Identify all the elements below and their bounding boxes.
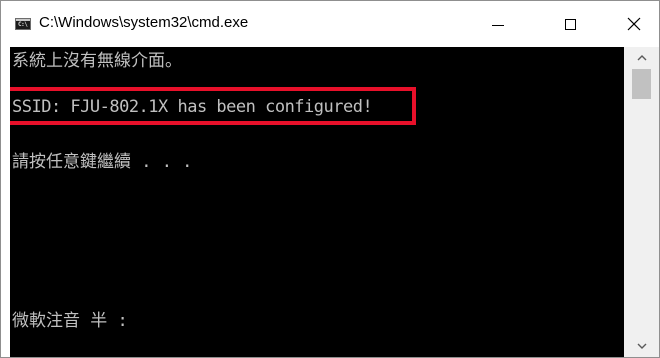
- minimize-button[interactable]: [475, 1, 521, 47]
- vertical-scrollbar[interactable]: [624, 47, 659, 357]
- window-title: C:\Windows\system32\cmd.exe: [39, 14, 249, 31]
- console-output[interactable]: 系統上沒有無線介面。 SSID: FJU-802.1X has been con…: [10, 47, 624, 357]
- minimize-icon: [492, 24, 504, 26]
- title-bar[interactable]: C:\ C:\Windows\system32\cmd.exe: [1, 1, 659, 47]
- close-icon: [627, 17, 641, 31]
- cmd-icon[interactable]: C:\: [15, 18, 31, 30]
- chevron-up-icon: [637, 55, 646, 61]
- scroll-thumb[interactable]: [632, 69, 651, 99]
- close-button[interactable]: [611, 1, 657, 47]
- cmd-icon-glyph: C:\: [18, 21, 28, 28]
- scroll-down-button[interactable]: [624, 337, 659, 355]
- console-line-no-wireless: 系統上沒有無線介面。: [12, 51, 182, 71]
- ime-status-line: 微軟注音 半 :: [12, 311, 128, 331]
- chevron-down-icon: [637, 343, 646, 349]
- highlight-box: [10, 87, 416, 125]
- console-line-press-any-key: 請按任意鍵繼續 . . .: [12, 152, 193, 172]
- maximize-icon: [564, 18, 576, 30]
- maximize-button[interactable]: [547, 1, 593, 47]
- cmd-window: C:\ C:\Windows\system32\cmd.exe 系統上沒有無線介…: [0, 0, 660, 358]
- scroll-up-button[interactable]: [624, 49, 659, 67]
